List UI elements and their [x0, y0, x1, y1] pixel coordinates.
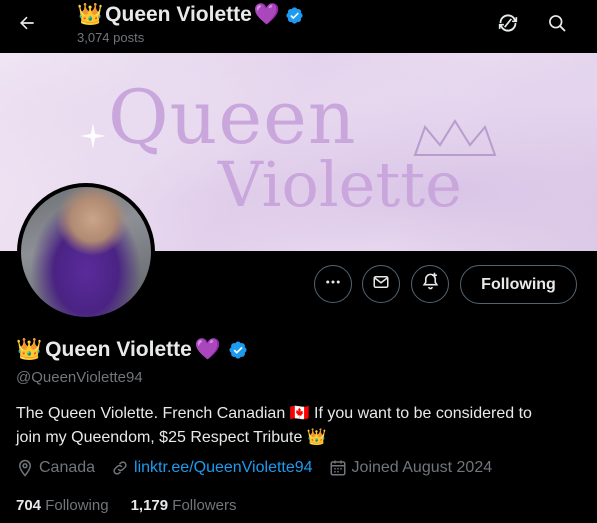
follow-counts: 704 Following 1,179 Followers	[16, 497, 236, 514]
notification-bell-icon	[421, 272, 440, 296]
following-label: Following	[45, 497, 109, 514]
verified-badge-icon	[285, 6, 304, 25]
profile-meta: Canada linktr.ee/QueenViolette94 Joined …	[16, 459, 508, 477]
profile-handle: @QueenViolette94	[16, 369, 143, 386]
following-button[interactable]: Following	[460, 265, 577, 304]
purple-heart-emoji: 💜	[253, 3, 280, 26]
followers-label: Followers	[172, 497, 237, 514]
followers-count: 1,179	[130, 497, 169, 514]
purple-heart-emoji: 💜	[194, 338, 221, 361]
more-icon	[324, 273, 342, 296]
more-button[interactable]	[314, 265, 352, 303]
bio-line-2: join my Queendom, $25 Respect Tribute 👑	[16, 429, 327, 446]
avatar[interactable]	[17, 183, 155, 321]
profile-name-text: Queen Violette	[45, 338, 192, 361]
location-text: Canada	[39, 459, 96, 476]
following-count: 704	[16, 497, 42, 514]
link-icon	[111, 459, 129, 477]
header-title-block: 👑 Queen Violette 💜 3,074 posts	[77, 2, 304, 45]
profile-name: 👑 Queen Violette 💜	[16, 338, 248, 362]
search-icon	[547, 13, 567, 38]
verified-badge-icon[interactable]	[228, 340, 248, 360]
location-pin-icon	[16, 459, 34, 477]
back-arrow-icon	[17, 13, 37, 38]
refresh-icon	[498, 13, 518, 38]
header-title-text: Queen Violette	[105, 3, 252, 26]
banner-sparkle-icon	[80, 123, 106, 154]
calendar-icon	[329, 459, 347, 477]
website[interactable]: linktr.ee/QueenViolette94	[111, 459, 313, 477]
crown-emoji: 👑	[77, 3, 104, 26]
following-count-link[interactable]: 704 Following	[16, 497, 109, 514]
join-date-text: Joined August 2024	[351, 459, 493, 476]
refresh-button[interactable]	[491, 8, 525, 42]
profile-bio: The Queen Violette. French Canadian 🇨🇦 I…	[16, 402, 586, 450]
search-button[interactable]	[540, 8, 574, 42]
message-button[interactable]	[362, 265, 400, 303]
followers-count-link[interactable]: 1,179 Followers	[131, 497, 237, 514]
website-link[interactable]: linktr.ee/QueenViolette94	[134, 459, 313, 477]
message-icon	[372, 273, 390, 296]
posts-count: 3,074 posts	[77, 30, 145, 45]
join-date: Joined August 2024	[329, 459, 493, 477]
top-bar: 👑 Queen Violette 💜 3,074 posts	[0, 0, 597, 53]
bio-line-1: The Queen Violette. French Canadian 🇨🇦 I…	[16, 405, 532, 422]
location: Canada	[16, 459, 95, 477]
crown-emoji: 👑	[16, 338, 43, 361]
banner-crown-icon	[410, 115, 500, 170]
back-button[interactable]	[10, 8, 44, 42]
notifications-button[interactable]	[411, 265, 449, 303]
header-title: 👑 Queen Violette 💜	[77, 2, 304, 28]
